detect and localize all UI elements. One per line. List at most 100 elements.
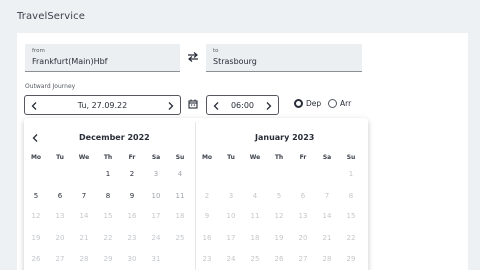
calendar-day: 23 [127, 234, 137, 242]
calendar-day[interactable]: 3 [144, 170, 168, 178]
weekday-header: Mo [201, 154, 213, 161]
date-value: Tu, 27.09.22 [77, 101, 128, 110]
calendar-day: 13 [55, 212, 65, 220]
calendar-day: 12 [274, 212, 284, 220]
calendar-day: 17 [151, 212, 161, 220]
app-title: TravelService [17, 11, 85, 22]
previous-month-button[interactable] [30, 133, 40, 143]
weekday-header: Mo [30, 154, 42, 161]
open-calendar-button[interactable] [186, 97, 200, 111]
calendar-day: 27 [55, 255, 65, 263]
calendar-day: 14 [79, 212, 89, 220]
time-picker-field[interactable]: 06:00 [206, 95, 279, 115]
calendar-day: 25 [250, 255, 260, 263]
weekday-header: Tu [227, 154, 235, 161]
calendar-day: 5 [276, 192, 282, 200]
weekday-header: Tu [56, 154, 64, 161]
radio-dot[interactable] [328, 99, 337, 108]
calendar-day: 29 [346, 255, 356, 263]
calendar-day: 19 [274, 234, 284, 242]
calendar-day: 28 [322, 255, 332, 263]
calendar-icon [188, 99, 198, 109]
calendar-day: 4 [252, 192, 258, 200]
calendar-day: 6 [300, 192, 306, 200]
calendar-day: 18 [175, 212, 185, 220]
calendar-day: 16 [127, 212, 137, 220]
to-field[interactable]: to Strasbourg [206, 44, 362, 72]
calendar-day: 14 [322, 212, 332, 220]
calendar-day: 7 [324, 192, 330, 200]
calendar-day: 31 [151, 255, 161, 263]
calendar-day: 24 [151, 234, 161, 242]
arrival-label: Arr [340, 99, 352, 108]
to-label: to [213, 48, 219, 54]
from-value[interactable]: Frankfurt(Main)Hbf [32, 57, 107, 66]
month-title-january: January 2023 [255, 133, 315, 142]
calendar-day: 9 [204, 212, 210, 220]
calendar-day: 24 [226, 255, 236, 263]
calendar-day: 15 [103, 212, 113, 220]
calendar-day[interactable]: 1 [96, 170, 120, 178]
calendar-day[interactable]: 2 [120, 170, 144, 178]
calendar-day[interactable]: 8 [96, 192, 120, 200]
departure-label: Dep [306, 99, 322, 108]
calendar-day: 27 [298, 255, 308, 263]
calendar-day[interactable]: 5 [24, 192, 48, 200]
from-label: from [32, 48, 45, 54]
weekday-header: Sa [151, 154, 161, 161]
calendar-day[interactable]: 9 [120, 192, 144, 200]
month-title-december: December 2022 [79, 133, 150, 142]
calendar-day: 12 [31, 212, 41, 220]
calendar-day: 1 [348, 170, 354, 178]
calendar-day: 8 [348, 192, 354, 200]
weekday-header: Su [346, 154, 356, 161]
calendar-day: 20 [55, 234, 65, 242]
arrival-radio[interactable]: Arr [328, 99, 351, 108]
to-value[interactable]: Strasbourg [213, 57, 257, 66]
calendar-day: 21 [322, 234, 332, 242]
calendar-day: 17 [226, 234, 236, 242]
calendar-day[interactable]: 11 [168, 192, 192, 200]
calendar-day: 3 [228, 192, 234, 200]
next-day-button[interactable] [165, 100, 177, 112]
calendar-day: 13 [298, 212, 308, 220]
from-field[interactable]: from Frankfurt(Main)Hbf [25, 44, 180, 72]
calendar-day: 21 [79, 234, 89, 242]
calendar-day: 15 [346, 212, 356, 220]
calendar-day: 20 [298, 234, 308, 242]
next-time-button[interactable] [263, 100, 275, 112]
calendar-day: 29 [103, 255, 113, 263]
calendar-popup: December 2022 January 2023 Mo Tu We Th Fr Sa S… [24, 118, 368, 270]
calendar-day[interactable]: 10 [144, 192, 168, 200]
chevron-left-icon [32, 134, 38, 142]
calendar-day[interactable]: 6 [48, 192, 72, 200]
weekday-header: Fr [128, 154, 136, 161]
calendar-day: 2 [204, 192, 210, 200]
weekday-header: Fr [299, 154, 307, 161]
calendar-day[interactable]: 4 [168, 170, 192, 178]
calendar-day: 25 [175, 234, 185, 242]
calendar-day[interactable]: 7 [72, 192, 96, 200]
calendar-day: 23 [202, 255, 212, 263]
chevron-right-icon [266, 102, 272, 110]
departure-radio[interactable]: Dep [294, 99, 321, 108]
weekday-header: Sa [322, 154, 332, 161]
app-header: TravelService [0, 0, 480, 33]
outward-journey-label: Outward Journey [25, 83, 76, 90]
calendar-day: 26 [31, 255, 41, 263]
calendar-day: 28 [79, 255, 89, 263]
swap-stations-button[interactable] [185, 50, 201, 64]
calendar-day: 30 [127, 255, 137, 263]
calendar-day: 18 [250, 234, 260, 242]
date-picker-field[interactable]: Tu, 27.09.22 [24, 95, 181, 115]
weekday-header: Su [175, 154, 185, 161]
swap-arrows-icon [188, 52, 198, 62]
weekday-header: We [249, 154, 261, 161]
chevron-right-icon [168, 102, 174, 110]
calendar-day: 11 [250, 212, 260, 220]
radio-dot-selected[interactable] [294, 99, 303, 108]
calendar-day: 26 [274, 255, 284, 263]
calendar-day: 19 [31, 234, 41, 242]
weekday-header: Th [103, 154, 113, 161]
weekday-header: We [78, 154, 90, 161]
